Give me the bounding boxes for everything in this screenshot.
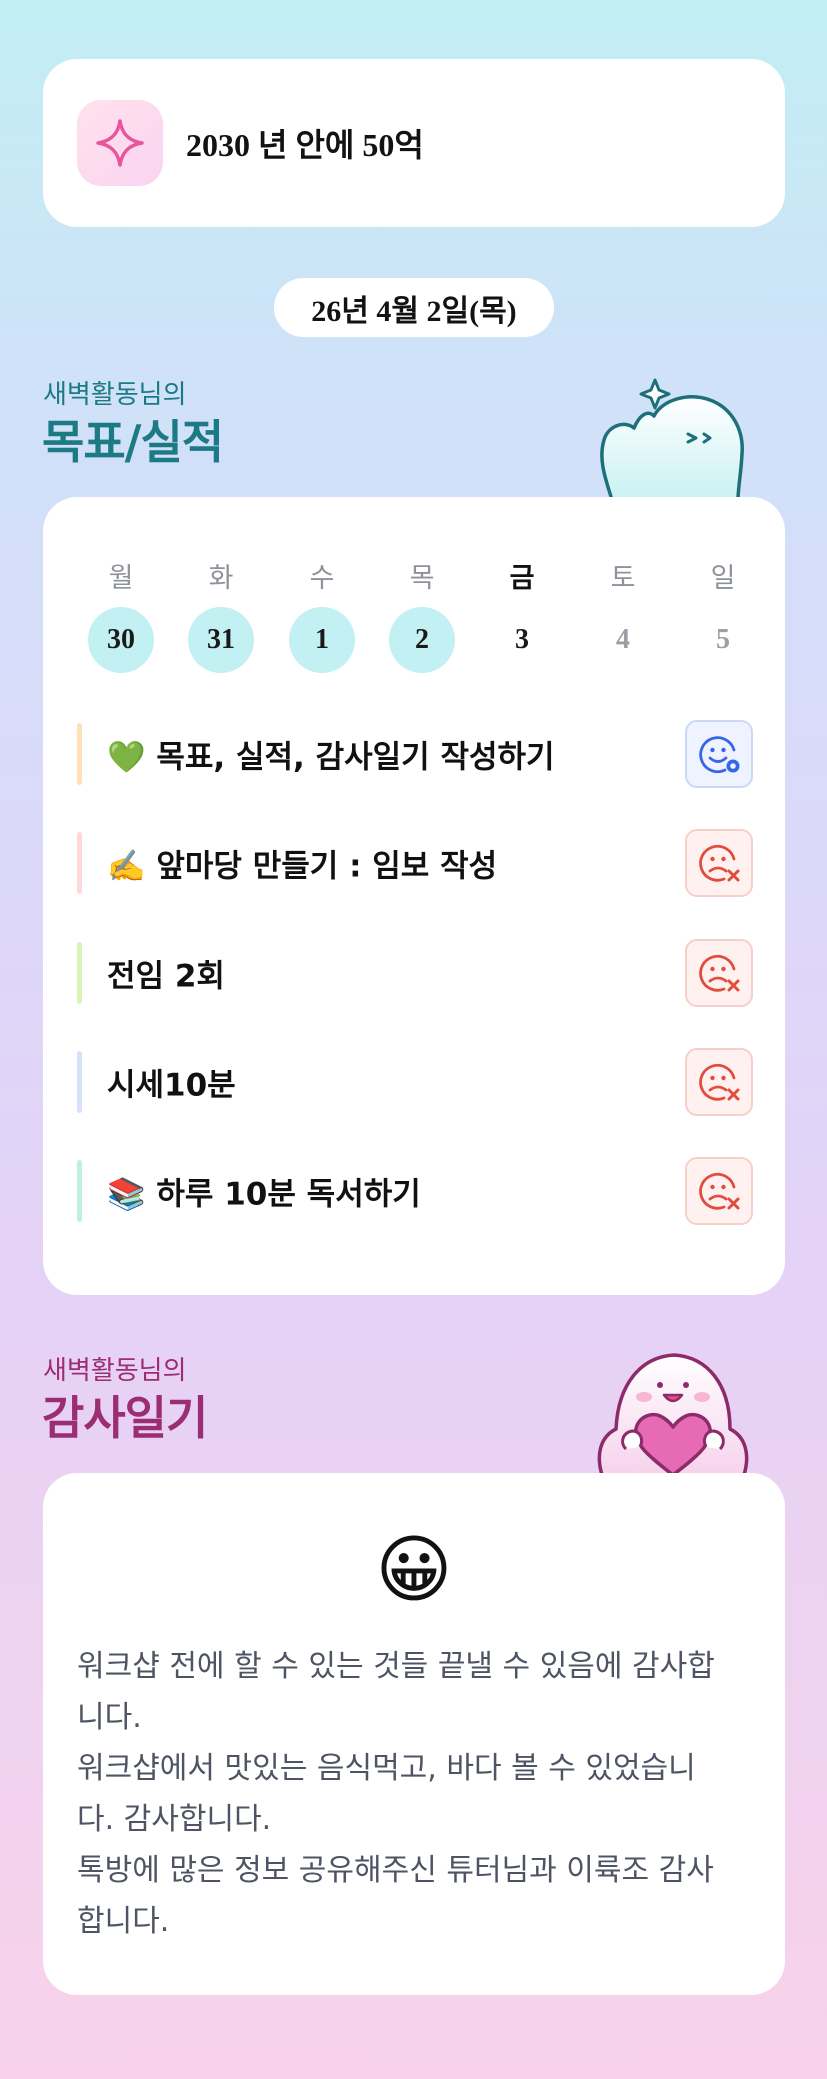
goals-section-title: 목표/실적 (42, 415, 224, 469)
status-toggle-button[interactable] (685, 1048, 753, 1116)
weekday-label: 화 (208, 562, 234, 594)
task-row[interactable]: 📚 하루 10분 독서하기 (77, 1156, 753, 1226)
day-future[interactable]: 5 (690, 607, 756, 673)
date-display[interactable]: 26년 4월 2일(목) (274, 278, 554, 337)
task-label: 시세10분 (107, 1067, 236, 1104)
heart-hugging-mascot (597, 1353, 749, 1475)
task-color-bar (77, 1160, 82, 1222)
task-color-bar (77, 723, 82, 785)
task-label: ✍️ 앞마당 만들기 : 임보 작성 (107, 848, 498, 885)
day-completed[interactable]: 31 (188, 607, 254, 673)
task-color-bar (77, 832, 82, 894)
weekday-label: 일 (710, 562, 736, 594)
status-toggle-button[interactable] (685, 720, 753, 788)
mood-emoji: 😀 (375, 1527, 453, 1613)
goal-card[interactable]: 2030 년 안에 50억 (43, 59, 785, 227)
weekday-label: 토 (610, 562, 636, 594)
task-row[interactable]: 전임 2회 (77, 938, 753, 1008)
task-label: 📚 하루 10분 독서하기 (107, 1176, 421, 1213)
task-color-bar (77, 942, 82, 1004)
task-color-bar (77, 1051, 82, 1113)
weekly-goals-card: 월 화 수 목 금 토 일 30 31 1 2 3 4 5 💚 목표, 실적, … (43, 497, 785, 1295)
diary-section-title: 감사일기 (42, 1391, 208, 1445)
date-row: 30 31 1 2 3 4 5 (66, 607, 776, 677)
sparkle-icon (77, 100, 163, 186)
day-completed[interactable]: 1 (289, 607, 355, 673)
sad-x-icon (699, 1172, 740, 1210)
goal-text: 2030 년 안에 50억 (186, 127, 424, 163)
smile-check-icon (699, 736, 740, 774)
sad-x-icon (699, 954, 740, 992)
weekday-label: 수 (309, 562, 335, 594)
waving-mascot (600, 378, 744, 500)
day-completed[interactable]: 2 (389, 607, 455, 673)
day-completed[interactable]: 30 (88, 607, 154, 673)
task-row[interactable]: 시세10분 (77, 1047, 753, 1117)
day-future[interactable]: 4 (590, 607, 656, 673)
weekday-label: 목 (409, 562, 435, 594)
diary-text: 워크샵 전에 할 수 있는 것들 끝낼 수 있음에 감사합 니다. 워크샵에서 … (77, 1649, 715, 1939)
status-toggle-button[interactable] (685, 829, 753, 897)
task-row[interactable]: 💚 목표, 실적, 감사일기 작성하기 (77, 719, 753, 789)
weekday-label-today: 금 (509, 562, 535, 594)
status-toggle-button[interactable] (685, 1157, 753, 1225)
day-today[interactable]: 3 (489, 607, 555, 673)
task-row[interactable]: ✍️ 앞마당 만들기 : 임보 작성 (77, 828, 753, 898)
weekday-label: 월 (108, 562, 134, 594)
sad-x-icon (699, 844, 740, 882)
status-toggle-button[interactable] (685, 939, 753, 1007)
task-label: 💚 목표, 실적, 감사일기 작성하기 (107, 739, 555, 776)
task-label: 전임 2회 (107, 958, 225, 995)
weekday-header-row: 월 화 수 목 금 토 일 (66, 542, 776, 612)
gratitude-diary-card[interactable]: 😀 워크샵 전에 할 수 있는 것들 끝낼 수 있음에 감사합 니다. 워크샵에… (43, 1473, 785, 1995)
sad-x-icon (699, 1063, 740, 1101)
